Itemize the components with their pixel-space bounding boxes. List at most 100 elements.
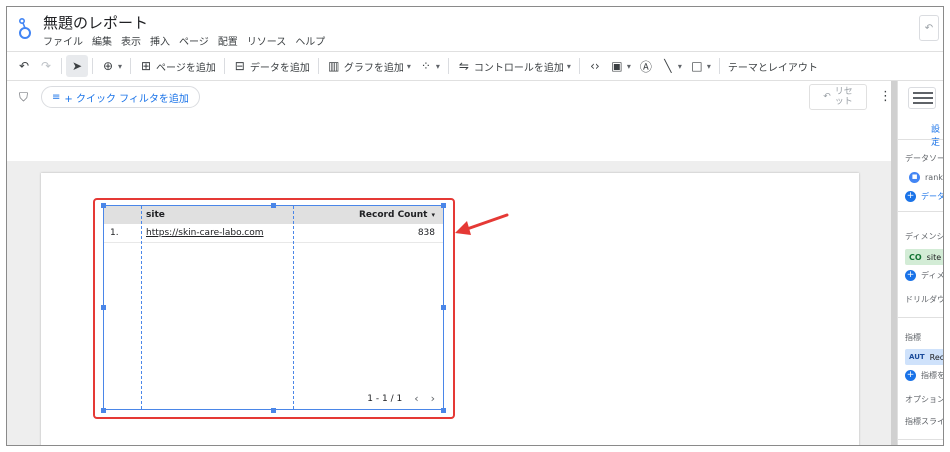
add-metric-label: 指標を <box>921 371 944 380</box>
data-source-heading: データソース <box>905 154 944 163</box>
toolbar-divider <box>578 58 580 74</box>
table-chart[interactable]: site Record Count ▾ 1. https://skin-care… <box>103 205 444 410</box>
table-row: 1. https://skin-care-labo.com 838 <box>104 224 443 243</box>
add-chart-label: グラフを追加 <box>343 62 404 74</box>
line-button[interactable]: ╲ ▾ <box>657 55 686 77</box>
add-data-label: データを追加 <box>249 62 310 74</box>
text-button[interactable]: Ⓐ <box>635 55 657 77</box>
chevron-down-icon: ▾ <box>406 61 411 71</box>
menu-bar: ファイル 編集 表示 挿入 ページ 配置 リソース ヘルプ <box>43 33 325 48</box>
toolbar-divider <box>223 58 225 74</box>
add-metric-button[interactable]: + 指標を <box>905 370 944 381</box>
looker-studio-logo-icon <box>18 17 31 39</box>
add-data-source-label: データ <box>921 192 944 201</box>
quick-filter-button[interactable]: ≡ + クイック フィルタを追加 <box>41 86 200 108</box>
dimension-heading: ディメンショ <box>905 232 944 241</box>
metric-value: Record <box>929 352 944 362</box>
toolbar-divider <box>718 58 720 74</box>
menu-resources[interactable]: リソース <box>247 33 287 48</box>
site-link[interactable]: https://skin-care-labo.com <box>146 228 264 238</box>
control-icon: ⇋ <box>458 59 469 73</box>
dimension-chip-site[interactable]: CO site <box>905 249 943 265</box>
sort-desc-icon: ▾ <box>431 211 435 219</box>
toolbar-divider <box>447 58 449 74</box>
reset-icon-button[interactable]: ↶ <box>919 15 939 41</box>
resize-handle[interactable] <box>271 203 276 208</box>
image-button[interactable]: ▣ ▾ <box>606 55 635 77</box>
chevron-right-icon[interactable]: › <box>431 392 435 405</box>
table-pagination: 1 - 1 / 1 ‹ › <box>367 392 435 405</box>
pagination-label: 1 - 1 / 1 <box>367 393 403 404</box>
chevron-down-icon: ▾ <box>677 61 682 71</box>
menu-help[interactable]: ヘルプ <box>295 33 325 48</box>
shape-button[interactable]: □ ▾ <box>686 55 715 77</box>
zoom-button[interactable]: ⊕ ▾ <box>97 55 126 77</box>
table-chart-type-icon[interactable] <box>908 87 936 109</box>
undo-button[interactable]: ↶ <box>13 55 35 77</box>
select-tool-button[interactable]: ➤ <box>66 55 88 77</box>
column-header-record-count[interactable]: Record Count ▾ <box>359 210 435 220</box>
filter-lines-icon: ≡ <box>52 91 61 103</box>
menu-arrange[interactable]: 配置 <box>218 33 238 48</box>
embed-url-button[interactable]: ‹› <box>584 55 606 77</box>
add-chart-button[interactable]: ▥ グラフを追加 ▾ <box>323 55 415 77</box>
plus-icon: + <box>905 191 916 202</box>
resize-handle[interactable] <box>101 203 106 208</box>
redo-button[interactable]: ↷ <box>35 55 57 77</box>
data-source-chip[interactable]: ▪ rank <box>905 169 943 185</box>
report-title[interactable]: 無題のレポート <box>43 12 148 33</box>
chevron-left-icon[interactable]: ‹ <box>414 392 418 405</box>
menu-view[interactable]: 表示 <box>121 33 141 48</box>
resize-handle[interactable] <box>101 305 106 310</box>
toolbar: ↶ ↷ ➤ ⊕ ▾ ⊞ ページを追加 ⊟ データを追加 ▥ グラフを追加 ▾ ⁘ ▾ ⇋ コン… <box>7 51 943 81</box>
section-divider <box>898 439 943 440</box>
menu-insert[interactable]: 挿入 <box>150 33 170 48</box>
add-dimension-button[interactable]: + ディメ <box>905 270 943 281</box>
add-page-label: ページを追加 <box>156 62 216 74</box>
reset-label-line2: ット <box>834 97 853 107</box>
dimension-type-badge: CO <box>909 252 922 262</box>
add-page-icon: ⊞ <box>140 59 152 73</box>
resize-handle[interactable] <box>101 408 106 413</box>
tab-setup[interactable]: 設定 <box>931 122 943 148</box>
chevron-down-icon: ▾ <box>118 61 123 71</box>
chevron-down-icon: ▾ <box>706 61 711 71</box>
add-data-button[interactable]: ⊟ データを追加 <box>229 55 314 77</box>
community-viz-button[interactable]: ⁘ ▾ <box>415 55 444 77</box>
database-icon: ▪ <box>909 171 920 183</box>
data-source-value: rank <box>925 172 943 182</box>
add-control-button[interactable]: ⇋ コントロールを追加 ▾ <box>453 55 575 77</box>
line-icon: ╲ <box>664 59 672 73</box>
toolbar-divider <box>130 58 132 74</box>
code-icon: ‹› <box>590 59 600 73</box>
toolbar-divider <box>61 58 62 74</box>
zoom-icon: ⊕ <box>102 59 114 73</box>
column-header-site[interactable]: site <box>146 210 165 220</box>
app-window: 無題のレポート ファイル 編集 表示 挿入 ページ 配置 リソース ヘルプ ↶ … <box>6 6 944 446</box>
resize-handle[interactable] <box>271 408 276 413</box>
reset-button[interactable]: ↶ リセ ット <box>809 84 867 110</box>
cursor-icon: ➤ <box>71 59 83 73</box>
theme-layout-button[interactable]: テーマとレイアウト <box>724 55 822 77</box>
menu-edit[interactable]: 編集 <box>92 33 112 48</box>
tab-divider <box>898 139 943 140</box>
redo-icon: ↷ <box>40 59 52 73</box>
resize-handle[interactable] <box>441 203 446 208</box>
add-page-button[interactable]: ⊞ ページを追加 <box>135 55 220 77</box>
theme-layout-label: テーマとレイアウト <box>727 62 818 74</box>
column-header-record-count-label: Record Count <box>359 210 428 220</box>
resize-handle[interactable] <box>441 408 446 413</box>
table-header: site Record Count ▾ <box>104 206 443 224</box>
add-data-source-button[interactable]: + データ <box>905 191 944 202</box>
filter-icon[interactable]: ⛉ <box>19 90 28 105</box>
image-icon: ▣ <box>611 59 623 73</box>
menu-page[interactable]: ページ <box>179 33 209 48</box>
community-viz-icon: ⁘ <box>420 59 431 73</box>
text-icon: Ⓐ <box>639 59 652 74</box>
metric-chip-record-count[interactable]: AUT Record <box>905 349 944 365</box>
column-divider-guide <box>141 206 142 409</box>
section-divider <box>898 317 943 318</box>
plus-icon: + <box>905 370 916 381</box>
resize-handle[interactable] <box>441 305 446 310</box>
menu-file[interactable]: ファイル <box>43 33 83 48</box>
